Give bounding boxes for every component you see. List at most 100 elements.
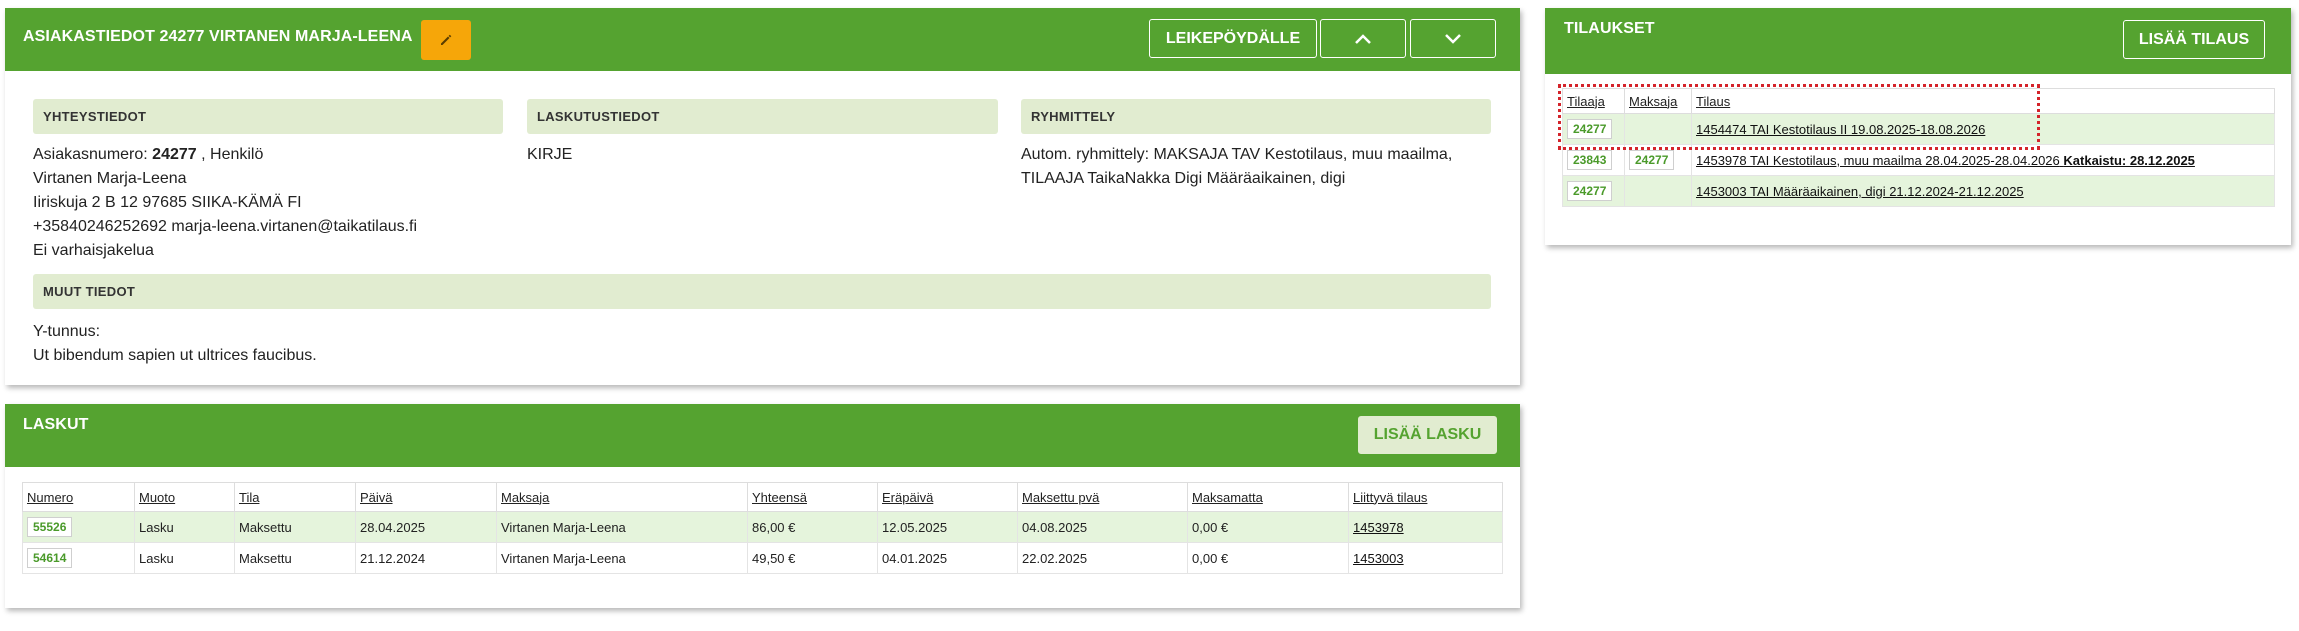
customer-name: Virtanen Marja-Leena — [33, 170, 187, 187]
order-link[interactable]: 1454474 TAI Kestotilaus II 19.08.2025-18… — [1696, 122, 1985, 137]
customer-note: Ut bibendum sapien ut ultrices faucibus. — [33, 347, 317, 364]
customer-number-label: Asiakasnumero: — [33, 146, 148, 163]
invoice-form: Lasku — [134, 542, 235, 574]
invoices-header-row: Numero Muoto Tila Päivä Maksaja Yhteensä… — [22, 482, 1503, 512]
customer-header: ASIAKASTIEDOT 24277 VIRTANEN MARJA-LEENA… — [5, 8, 1520, 71]
col-maksaja[interactable]: Maksaja — [496, 482, 748, 512]
clipboard-button[interactable]: LEIKEPÖYDÄLLE — [1149, 19, 1317, 58]
customer-title: ASIAKASTIEDOT 24277 VIRTANEN MARJA-LEENA — [23, 28, 413, 45]
orders-header-row: Tilaaja Maksaja Tilaus — [1562, 88, 2275, 114]
billing-method: KIRJE — [527, 146, 573, 163]
order-link-text: 1453978 TAI Kestotilaus, muu maailma 28.… — [1696, 152, 2060, 168]
orders-table: Tilaaja Maksaja Tilaus 24277 1454474 TAI… — [1562, 88, 2275, 207]
invoice-date: 21.12.2024 — [355, 542, 497, 574]
invoice-payer: Virtanen Marja-Leena — [496, 542, 748, 574]
order-link[interactable]: 1453003 TAI Määräaikainen, digi 21.12.20… — [1696, 184, 2024, 199]
previous-button[interactable] — [1320, 19, 1406, 58]
next-button[interactable] — [1410, 19, 1496, 58]
orders-title: TILAUKSET — [1564, 20, 1655, 37]
invoice-status: Maksettu — [234, 542, 356, 574]
other-section-header: MUUT TIEDOT — [33, 274, 1491, 309]
invoice-status: Maksettu — [234, 511, 356, 543]
orders-header: TILAUKSET LISÄÄ TILAUS — [1545, 8, 2291, 74]
order-subscriber-cell: 24277 — [1562, 175, 1625, 207]
order-subscriber-cell: 24277 — [1562, 113, 1625, 145]
add-invoice-button-label: LISÄÄ LASKU — [1373, 426, 1482, 443]
grouping-section-header: RYHMITTELY — [1021, 99, 1491, 134]
col-yhteensa[interactable]: Yhteensä — [747, 482, 878, 512]
invoice-order-cell: 1453003 — [1348, 542, 1503, 574]
order-payer-id[interactable]: 24277 — [1629, 150, 1675, 170]
contact-section-header: YHTEYSTIEDOT — [33, 99, 503, 134]
invoice-row[interactable]: 55526 Lasku Maksettu 28.04.2025 Virtanen… — [22, 511, 1503, 543]
invoice-due-date: 04.01.2025 — [877, 542, 1018, 574]
invoice-payer: Virtanen Marja-Leena — [496, 511, 748, 543]
edit-customer-button[interactable] — [421, 20, 471, 60]
order-subscriber-id[interactable]: 23843 — [1567, 150, 1613, 170]
ytunnus-label: Y-tunnus: — [33, 323, 101, 340]
col-muoto[interactable]: Muoto — [134, 482, 235, 512]
col-tilaus[interactable]: Tilaus — [1691, 88, 2275, 114]
invoices-header: LASKUT LISÄÄ LASKU — [5, 404, 1520, 467]
invoices-title: LASKUT — [23, 416, 89, 433]
col-tila[interactable]: Tila — [234, 482, 356, 512]
col-tilaaja[interactable]: Tilaaja — [1562, 88, 1625, 114]
customer-delivery: Ei varhaisjakelua — [33, 242, 154, 259]
grouping-line-1: Autom. ryhmittely: MAKSAJA TAV Kestotila… — [1021, 146, 1453, 163]
col-maksaja[interactable]: Maksaja — [1624, 88, 1692, 114]
order-row[interactable]: 24277 1454474 TAI Kestotilaus II 19.08.2… — [1562, 113, 2275, 145]
order-cancelled-note: Katkaistu: 28.12.2025 — [2063, 152, 2195, 168]
invoices-panel: LASKUT LISÄÄ LASKU Numero Muoto Tila Päi… — [5, 404, 1520, 608]
order-subscriber-id[interactable]: 24277 — [1567, 181, 1613, 201]
invoice-order-cell: 1453978 — [1348, 511, 1503, 543]
chevron-up-icon — [1355, 33, 1371, 44]
grouping-line-2: TILAAJA TaikaNakka Digi Määräaikainen, d… — [1021, 170, 1346, 187]
orders-panel: TILAUKSET LISÄÄ TILAUS Tilaaja Maksaja T… — [1545, 8, 2291, 245]
col-maksamatta[interactable]: Maksamatta — [1187, 482, 1349, 512]
col-numero[interactable]: Numero — [22, 482, 135, 512]
add-order-button-label: LISÄÄ TILAUS — [2138, 30, 2250, 48]
invoice-number[interactable]: 54614 — [27, 548, 73, 568]
order-cell: 1454474 TAI Kestotilaus II 19.08.2025-18… — [1691, 113, 2275, 145]
customer-type: , Henkilö — [201, 146, 264, 163]
col-maksettu[interactable]: Maksettu pvä — [1017, 482, 1188, 512]
order-row[interactable]: 24277 1453003 TAI Määräaikainen, digi 21… — [1562, 175, 2275, 207]
invoice-form: Lasku — [134, 511, 235, 543]
chevron-down-icon — [1445, 33, 1461, 44]
clipboard-button-label: LEIKEPÖYDÄLLE — [1165, 29, 1301, 47]
col-erapaiva[interactable]: Eräpäivä — [877, 482, 1018, 512]
invoice-total: 49,50 € — [747, 542, 878, 574]
add-order-button[interactable]: LISÄÄ TILAUS — [2123, 20, 2265, 59]
invoice-total: 86,00 € — [747, 511, 878, 543]
customer-panel: ASIAKASTIEDOT 24277 VIRTANEN MARJA-LEENA… — [5, 8, 1520, 385]
invoice-unpaid: 0,00 € — [1187, 542, 1349, 574]
col-paiva[interactable]: Päivä — [355, 482, 497, 512]
order-cell: 1453978 TAI Kestotilaus, muu maailma 28.… — [1691, 144, 2275, 176]
invoice-date: 28.04.2025 — [355, 511, 497, 543]
invoice-row[interactable]: 54614 Lasku Maksettu 21.12.2024 Virtanen… — [22, 542, 1503, 574]
invoice-order-link[interactable]: 1453003 — [1353, 551, 1404, 566]
pencil-icon — [441, 34, 452, 45]
order-subscriber-id[interactable]: 24277 — [1567, 119, 1613, 139]
order-subscriber-cell: 23843 — [1562, 144, 1625, 176]
col-liittyva-tilaus[interactable]: Liittyvä tilaus — [1348, 482, 1503, 512]
order-link[interactable]: 1453978 TAI Kestotilaus, muu maailma 28.… — [1696, 153, 2195, 168]
invoice-due-date: 12.05.2025 — [877, 511, 1018, 543]
invoice-number-cell: 54614 — [22, 542, 135, 574]
order-payer-cell: 24277 — [1624, 144, 1692, 176]
invoice-paid-date: 04.08.2025 — [1017, 511, 1188, 543]
invoices-table: Numero Muoto Tila Päivä Maksaja Yhteensä… — [22, 482, 1503, 574]
customer-phone-email: +35840246252692 marja-leena.virtanen@tai… — [33, 218, 418, 235]
invoice-paid-date: 22.02.2025 — [1017, 542, 1188, 574]
customer-number-line: Asiakasnumero: 24277 , Henkilö — [33, 143, 263, 167]
invoice-unpaid: 0,00 € — [1187, 511, 1349, 543]
billing-section-header: LASKUTUSTIEDOT — [527, 99, 998, 134]
add-invoice-button[interactable]: LISÄÄ LASKU — [1358, 416, 1497, 454]
customer-number: 24277 — [152, 146, 197, 163]
invoice-number[interactable]: 55526 — [27, 517, 73, 537]
order-row[interactable]: 23843 24277 1453978 TAI Kestotilaus, muu… — [1562, 144, 2275, 176]
order-payer-cell — [1624, 175, 1692, 207]
customer-address: Iiriskuja 2 B 12 97685 SIIKA-KÄMÄ FI — [33, 194, 302, 211]
order-payer-cell — [1624, 113, 1692, 145]
invoice-order-link[interactable]: 1453978 — [1353, 520, 1404, 535]
